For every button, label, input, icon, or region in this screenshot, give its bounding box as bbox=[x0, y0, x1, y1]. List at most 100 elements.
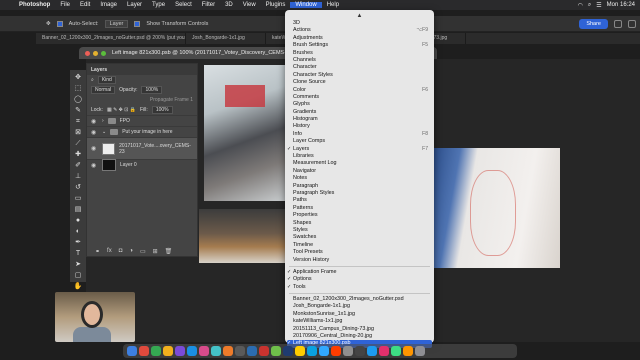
new-layer-icon[interactable]: ⊞ bbox=[153, 248, 158, 255]
layer-row-image[interactable]: ◉ 20171017_Vote....overy_CEMS-23 bbox=[87, 137, 197, 159]
transform-controls-checkbox[interactable] bbox=[134, 20, 141, 27]
clock[interactable]: Mon 16:24 bbox=[607, 2, 635, 8]
menu-filter[interactable]: Filter bbox=[197, 2, 220, 8]
zoom-icon[interactable] bbox=[101, 50, 106, 56]
trash-icon[interactable] bbox=[415, 346, 425, 356]
adjustment-icon[interactable]: ◑ bbox=[129, 248, 133, 254]
app-icon[interactable] bbox=[343, 346, 353, 356]
menu-edit[interactable]: Edit bbox=[75, 2, 95, 8]
window-menu-item[interactable]: Adjustments bbox=[285, 35, 434, 42]
close-icon[interactable] bbox=[85, 50, 90, 56]
trash-icon[interactable]: 🗑 bbox=[165, 248, 173, 255]
propagate-frame-label[interactable]: Propagate Frame 1 bbox=[150, 97, 193, 103]
window-menu-item[interactable]: 20170906_Central_Dining-20.jpg bbox=[285, 333, 434, 340]
workspace-icon[interactable] bbox=[628, 19, 636, 28]
fx-icon[interactable]: fx bbox=[107, 248, 112, 254]
app-icon[interactable] bbox=[295, 346, 305, 356]
lasso-tool-icon[interactable]: ◯ bbox=[72, 96, 84, 104]
gradient-tool-icon[interactable]: ▤ bbox=[72, 206, 84, 214]
move-tool-icon[interactable]: ✥ bbox=[46, 21, 51, 27]
shape-tool-icon[interactable]: ▢ bbox=[72, 272, 84, 280]
window-menu-item[interactable]: Version History bbox=[285, 257, 434, 264]
menu-view[interactable]: View bbox=[238, 2, 261, 8]
window-menu-item[interactable]: Shapes bbox=[285, 220, 434, 227]
visibility-eye-icon[interactable]: ◉ bbox=[91, 145, 98, 152]
menu-window[interactable]: Window bbox=[290, 2, 322, 8]
window-menu-item[interactable]: Timeline bbox=[285, 242, 434, 249]
finder-icon[interactable] bbox=[127, 346, 137, 356]
app-icon[interactable] bbox=[211, 346, 221, 356]
window-menu-item[interactable]: ✓ Application Frame bbox=[285, 269, 434, 276]
window-menu-item[interactable]: Brush Settings F5 bbox=[285, 42, 434, 49]
menu-file[interactable]: File bbox=[55, 2, 75, 8]
app-icon[interactable] bbox=[355, 346, 365, 356]
search-icon[interactable] bbox=[614, 19, 622, 28]
app-icon[interactable] bbox=[367, 346, 377, 356]
app-icon[interactable] bbox=[139, 346, 149, 356]
window-menu-item[interactable]: Paragraph Styles bbox=[285, 190, 434, 197]
layer-row-layer0[interactable]: ◉ Layer 0 bbox=[87, 159, 197, 171]
window-menu-item[interactable]: Actions ⌥F9 bbox=[285, 27, 434, 34]
window-menu-item[interactable]: Info F8 bbox=[285, 131, 434, 138]
window-menu-item[interactable]: History bbox=[285, 123, 434, 130]
hand-tool-icon[interactable]: ✋ bbox=[72, 283, 84, 291]
visibility-eye-icon[interactable]: ◉ bbox=[91, 129, 98, 136]
control-center-icon[interactable]: ☰ bbox=[596, 2, 601, 9]
menu-select[interactable]: Select bbox=[170, 2, 197, 8]
window-menu-item[interactable]: Glyphs bbox=[285, 101, 434, 108]
app-icon[interactable] bbox=[163, 346, 173, 356]
window-menu-item[interactable]: ✓ Options bbox=[285, 276, 434, 283]
healing-tool-icon[interactable]: ✚ bbox=[72, 151, 84, 159]
menu-type[interactable]: Type bbox=[147, 2, 170, 8]
app-icon[interactable] bbox=[235, 346, 245, 356]
menu-plugins[interactable]: Plugins bbox=[261, 2, 291, 8]
blur-tool-icon[interactable]: ● bbox=[72, 217, 84, 225]
app-icon[interactable] bbox=[331, 346, 341, 356]
app-icon[interactable] bbox=[223, 346, 233, 356]
window-menu-item[interactable]: Libraries bbox=[285, 153, 434, 160]
app-icon[interactable] bbox=[271, 346, 281, 356]
window-menu-item[interactable]: Layer Comps bbox=[285, 138, 434, 145]
wifi-icon[interactable]: ◠ bbox=[578, 2, 583, 9]
window-menu-item[interactable]: Histogram bbox=[285, 116, 434, 123]
window-menu-item[interactable]: Character Styles bbox=[285, 72, 434, 79]
menu-image[interactable]: Image bbox=[95, 2, 122, 8]
app-icon[interactable] bbox=[283, 346, 293, 356]
opacity-field[interactable]: 100% bbox=[141, 86, 163, 94]
eyedropper-tool-icon[interactable]: ⟋ bbox=[72, 140, 84, 148]
type-tool-icon[interactable]: T bbox=[72, 250, 84, 258]
app-icon[interactable] bbox=[391, 346, 401, 356]
window-menu-item[interactable]: Josh_Bongarde-1x1.jpg bbox=[285, 303, 434, 310]
stamp-tool-icon[interactable]: ⊥ bbox=[72, 173, 84, 181]
window-menu-item[interactable]: Gradients bbox=[285, 109, 434, 116]
window-menu-item[interactable]: kateWilliams-1x1.jpg bbox=[285, 318, 434, 325]
chevron-right-icon[interactable]: › bbox=[102, 118, 104, 124]
app-icon[interactable] bbox=[151, 346, 161, 356]
share-button[interactable]: Share bbox=[579, 18, 608, 29]
window-menu-item[interactable]: Clone Source bbox=[285, 79, 434, 86]
scroll-up-icon[interactable]: ▲ bbox=[285, 12, 434, 20]
crop-tool-icon[interactable]: ⌗ bbox=[72, 118, 84, 126]
frame-tool-icon[interactable]: ⊠ bbox=[72, 129, 84, 137]
path-select-tool-icon[interactable]: ➤ bbox=[72, 261, 84, 269]
window-menu-item[interactable]: Notes bbox=[285, 175, 434, 182]
app-icon[interactable] bbox=[175, 346, 185, 356]
move-tool-icon[interactable]: ✥ bbox=[72, 74, 84, 82]
marquee-tool-icon[interactable]: ⬚ bbox=[72, 85, 84, 93]
window-menu-item[interactable]: ✓ Tools bbox=[285, 284, 434, 291]
search-icon[interactable]: ⌕ bbox=[588, 2, 591, 9]
auto-select-checkbox[interactable] bbox=[56, 20, 63, 27]
visibility-eye-icon[interactable]: ◉ bbox=[91, 162, 98, 169]
window-menu-item[interactable]: Navigator bbox=[285, 168, 434, 175]
window-menu-item[interactable]: MonkstonSunrise_1x1.jpg bbox=[285, 311, 434, 318]
group-icon[interactable]: ▭ bbox=[140, 248, 146, 255]
pen-tool-icon[interactable]: ✒ bbox=[72, 239, 84, 247]
window-menu-item[interactable]: Color F6 bbox=[285, 87, 434, 94]
window-menu-item[interactable]: Brushes bbox=[285, 50, 434, 57]
window-menu-item[interactable]: Patterns bbox=[285, 205, 434, 212]
quick-select-tool-icon[interactable]: ✎ bbox=[72, 107, 84, 115]
app-icon[interactable] bbox=[259, 346, 269, 356]
app-icon[interactable] bbox=[199, 346, 209, 356]
chevron-down-icon[interactable]: ⌄ bbox=[102, 129, 106, 135]
eraser-tool-icon[interactable]: ▭ bbox=[72, 195, 84, 203]
